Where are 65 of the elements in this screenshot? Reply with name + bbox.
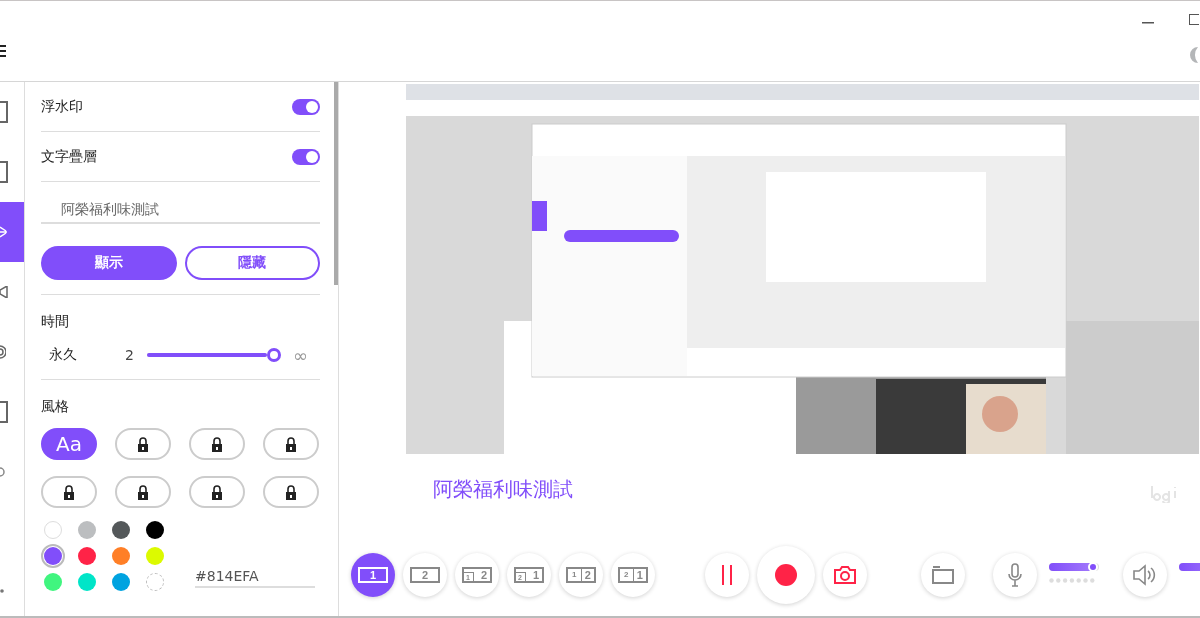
toggle-switch[interactable]: [292, 98, 320, 115]
frame-icon: [0, 401, 8, 423]
color-swatch[interactable]: [44, 521, 62, 539]
frame-icon: [0, 161, 8, 183]
lock-icon: [63, 485, 75, 500]
lock-icon: [285, 485, 297, 500]
speaker-button[interactable]: [1123, 553, 1167, 597]
minimize-icon[interactable]: [1142, 22, 1154, 24]
style-option[interactable]: [115, 476, 171, 508]
microphone-button[interactable]: [993, 553, 1037, 597]
color-swatch[interactable]: [112, 521, 130, 539]
lock-icon: [137, 437, 149, 452]
more-icon: [0, 589, 4, 593]
snapshot-button[interactable]: [823, 553, 867, 597]
toggle-label: 文字疊層: [41, 147, 97, 166]
duration-label: 永久: [49, 346, 78, 364]
layout-button[interactable]: 1: [351, 553, 395, 597]
color-swatch[interactable]: [112, 573, 130, 591]
duration-value: 2: [125, 347, 135, 363]
sound-icon: [0, 344, 6, 360]
style-option[interactable]: [189, 476, 245, 508]
style-option[interactable]: [263, 476, 319, 508]
section-title: 時間: [41, 313, 70, 331]
overlay-text: 阿榮福利味測試: [433, 475, 573, 503]
folder-icon: [932, 566, 954, 584]
toggle-label: 浮水印: [41, 97, 83, 116]
toggle-switch[interactable]: [292, 148, 320, 165]
layout-button[interactable]: 1 2: [559, 553, 603, 597]
lock-icon: [211, 485, 223, 500]
color-swatch[interactable]: [78, 521, 96, 539]
color-swatch[interactable]: [146, 547, 164, 565]
style-option[interactable]: [41, 476, 97, 508]
section-title: 風格: [41, 398, 70, 416]
moon-icon[interactable]: [1188, 45, 1198, 65]
layout-button[interactable]: 2: [403, 553, 447, 597]
slider-thumb[interactable]: [267, 348, 281, 362]
color-swatch[interactable]: [78, 547, 96, 565]
record-button[interactable]: [757, 546, 815, 604]
lock-icon: [137, 485, 149, 500]
style-option[interactable]: [189, 428, 245, 460]
visibility-button[interactable]: 隱藏: [184, 246, 320, 280]
level-meter-icon: [1049, 578, 1095, 583]
maximize-icon[interactable]: [1189, 14, 1199, 25]
microphone-icon: [1008, 563, 1022, 587]
pause-button[interactable]: [705, 553, 749, 597]
pause-icon: [722, 565, 732, 585]
visibility-button[interactable]: 顯示: [41, 246, 177, 280]
menu-icon[interactable]: [0, 45, 6, 57]
style-option[interactable]: [115, 428, 171, 460]
lock-icon: [211, 437, 223, 452]
color-swatch[interactable]: [78, 573, 96, 591]
sidebar-item[interactable]: [0, 202, 24, 262]
frame-icon: [0, 101, 8, 123]
color-swatch[interactable]: [112, 547, 130, 565]
style-option[interactable]: Aa: [41, 428, 97, 460]
lock-icon: [285, 437, 297, 452]
layout-button[interactable]: 2 1: [611, 553, 655, 597]
color-swatch[interactable]: [146, 521, 164, 539]
folder-button[interactable]: [921, 553, 965, 597]
style-option[interactable]: [263, 428, 319, 460]
color-swatch[interactable]: [44, 573, 62, 591]
scrollbar[interactable]: [334, 82, 338, 285]
speaker-icon: [1133, 564, 1157, 586]
record-icon: [775, 564, 797, 586]
infinity-label: ∞: [293, 344, 308, 366]
